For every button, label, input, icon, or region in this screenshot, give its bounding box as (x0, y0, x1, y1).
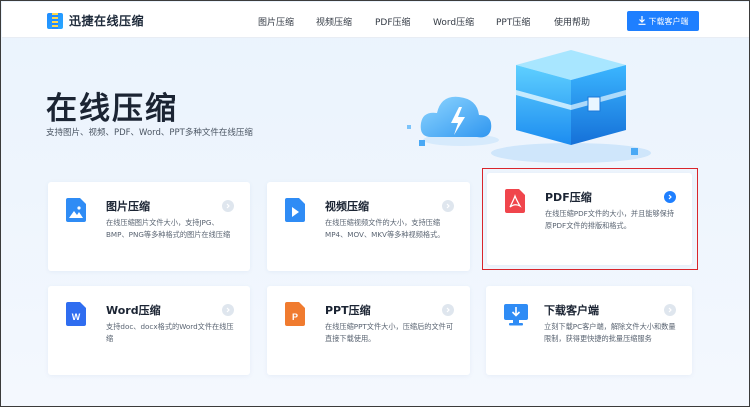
download-client-label: 下载客户端 (648, 16, 689, 26)
cloud-lightning-icon (420, 96, 492, 138)
download-icon (638, 15, 646, 27)
card-download-client[interactable]: 下载客户端 立刻下载PC客户端，解除文件大小和数量限制，获得更快捷的批量压缩服务 (486, 286, 692, 375)
card-image-compress[interactable]: 图片压缩 在线压缩图片文件大小，支持JPG、BMP、PNG等多种格式的图片在线压… (48, 182, 250, 271)
card-video-compress[interactable]: 视频压缩 在线压缩视频文件的大小，支持压缩MP4、MOV、MKV等多种视频格式。 (267, 182, 470, 271)
card-title: PPT压缩 (325, 304, 371, 317)
hero-illustration (407, 50, 651, 163)
chevron-right-icon[interactable] (442, 200, 454, 212)
cube-latch (587, 96, 601, 112)
chevron-right-icon[interactable] (222, 200, 234, 212)
card-description: 立刻下载PC客户端，解除文件大小和数量限制，获得更快捷的批量压缩服务 (544, 322, 676, 343)
page-title: 在线压缩 (46, 91, 178, 127)
nav-item-pdf-compress[interactable]: PDF压缩 (375, 15, 411, 28)
video-file-icon (285, 198, 305, 222)
card-title: Word压缩 (106, 304, 161, 317)
card-title: 下载客户端 (544, 304, 599, 317)
page-subtitle: 支持图片、视频、PDF、Word、PPT多种文件在线压缩 (46, 128, 253, 138)
svg-text:W: W (72, 312, 81, 322)
nav-item-ppt-compress[interactable]: PPT压缩 (496, 15, 530, 28)
nav-item-image-compress[interactable]: 图片压缩 (258, 15, 294, 28)
card-title: 图片压缩 (106, 200, 150, 213)
small-cube (631, 148, 638, 155)
card-description: 在线压缩PPT文件大小，压缩后的文件可直接下载使用。 (325, 322, 454, 343)
chevron-right-icon[interactable] (442, 304, 454, 316)
card-description: 在线压缩图片文件大小，支持JPG、BMP、PNG等多种格式的图片在线压缩 (106, 218, 231, 239)
chevron-right-icon[interactable] (222, 304, 234, 316)
top-nav-bar: 迅捷在线压缩 图片压缩 视频压缩 PDF压缩 Word压缩 PPT压缩 使用帮助… (2, 2, 749, 38)
card-title: 视频压缩 (325, 200, 369, 213)
small-cube (419, 140, 425, 146)
logo[interactable]: 迅捷在线压缩 (47, 12, 144, 29)
card-description: 在线压缩视频文件的大小，支持压缩MP4、MOV、MKV等多种视频格式。 (325, 218, 445, 239)
image-file-icon (66, 198, 86, 222)
ppt-file-icon: P (285, 302, 305, 326)
card-description: 支持doc、docx格式的Word文件在线压缩 (106, 322, 234, 343)
logo-zipper-icon (47, 12, 63, 29)
page-frame: 迅捷在线压缩 图片压缩 视频压缩 PDF压缩 Word压缩 PPT压缩 使用帮助… (0, 0, 750, 407)
monitor-download-icon (504, 304, 528, 326)
selection-highlight (482, 168, 698, 270)
chevron-right-icon[interactable] (664, 304, 676, 316)
card-ppt-compress[interactable]: P PPT压缩 在线压缩PPT文件大小，压缩后的文件可直接下载使用。 (267, 286, 470, 375)
svg-text:P: P (292, 312, 298, 322)
nav-item-video-compress[interactable]: 视频压缩 (316, 15, 352, 28)
small-cube (407, 125, 411, 129)
nav-item-help[interactable]: 使用帮助 (554, 15, 590, 28)
card-word-compress[interactable]: W Word压缩 支持doc、docx格式的Word文件在线压缩 (48, 286, 250, 375)
logo-text: 迅捷在线压缩 (69, 14, 145, 28)
nav-item-word-compress[interactable]: Word压缩 (433, 15, 474, 28)
download-client-button[interactable]: 下载客户端 (627, 11, 699, 31)
word-file-icon: W (66, 302, 86, 326)
